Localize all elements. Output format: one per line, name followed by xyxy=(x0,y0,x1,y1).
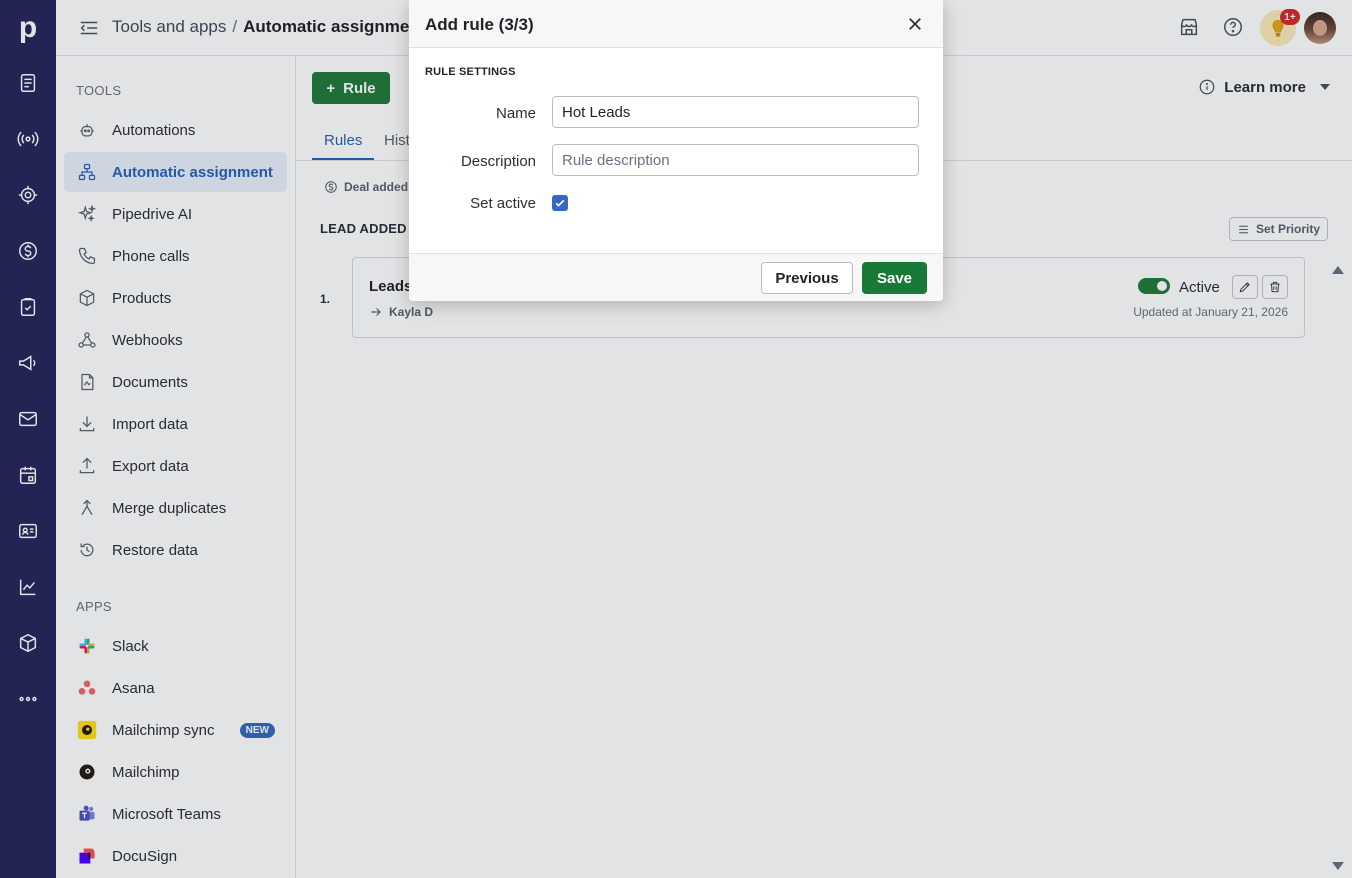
save-button[interactable]: Save xyxy=(862,262,927,294)
set-active-label: Set active xyxy=(470,195,536,212)
modal-footer: Previous Save xyxy=(409,253,943,301)
previous-button[interactable]: Previous xyxy=(761,262,853,294)
name-label: Name xyxy=(495,105,536,122)
modal-title: Add rule (3/3) xyxy=(425,15,534,34)
rule-settings-title: RULE SETTINGS xyxy=(425,66,516,78)
name-input[interactable] xyxy=(552,96,919,128)
set-active-checkbox[interactable] xyxy=(552,195,568,211)
description-input[interactable] xyxy=(552,144,919,176)
description-label: Description xyxy=(460,153,536,170)
close-icon[interactable] xyxy=(905,14,925,34)
checkmark-icon xyxy=(555,199,565,207)
add-rule-modal: Add rule (3/3) RULE SETTINGS Name Descri… xyxy=(409,0,943,301)
modal-header: Add rule (3/3) xyxy=(409,0,943,48)
